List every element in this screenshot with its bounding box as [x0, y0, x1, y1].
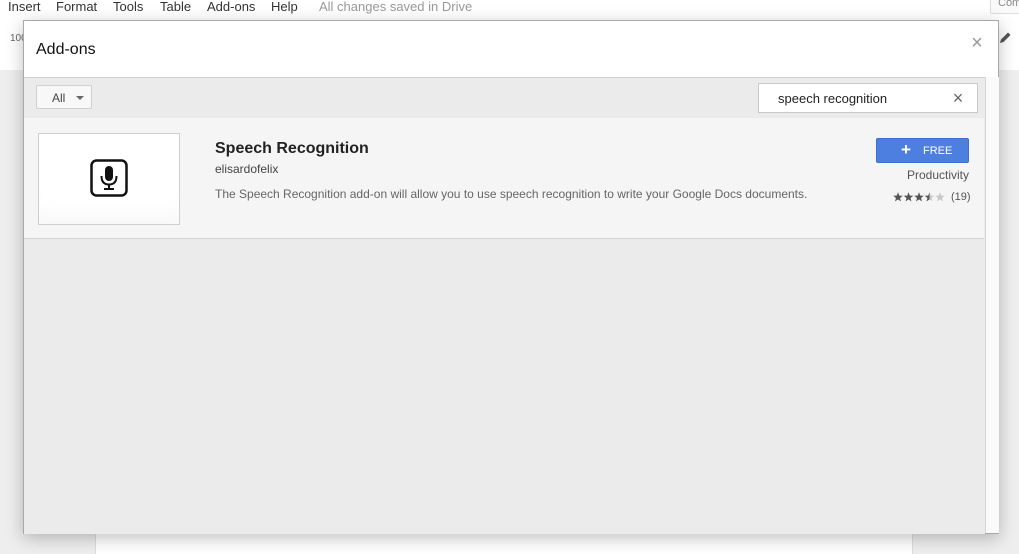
addon-list-item[interactable]: Speech Recognition elisardofelix The Spe…	[24, 118, 984, 239]
addon-developer: elisardofelix	[215, 162, 279, 176]
dialog-body: All × Speech Recognition elisardofelix T…	[24, 77, 985, 534]
menu-table[interactable]: Table	[160, 0, 191, 14]
star-rating	[893, 192, 945, 202]
dialog-title: Add-ons	[36, 41, 96, 58]
dialog-scrollbar[interactable]	[985, 77, 999, 533]
star-filled-icon	[903, 192, 914, 202]
addon-description: The Speech Recognition add-on will allow…	[215, 187, 808, 201]
category-filter-dropdown[interactable]: All	[36, 85, 92, 109]
menu-insert[interactable]: Insert	[8, 0, 41, 14]
search-box: ×	[758, 83, 978, 113]
addon-category: Productivity	[906, 168, 969, 182]
rating-count: (19)	[951, 191, 971, 203]
plus-icon: +	[901, 140, 911, 159]
star-filled-icon	[914, 192, 924, 202]
addon-name[interactable]: Speech Recognition	[215, 140, 369, 158]
menu-format[interactable]: Format	[56, 0, 97, 14]
comments-button[interactable]: Com	[990, 0, 1019, 14]
add-ons-dialog: Add-ons × All × Speech Recognition elisa…	[23, 20, 999, 534]
filter-selected-label: All	[52, 91, 66, 105]
star-filled-icon	[893, 192, 903, 202]
chevron-down-icon	[76, 96, 84, 100]
star-empty-icon	[935, 192, 945, 202]
clear-search-icon[interactable]: ×	[949, 89, 967, 107]
close-icon[interactable]: ×	[968, 33, 986, 53]
menu-add-ons[interactable]: Add-ons	[207, 0, 255, 14]
addon-thumbnail[interactable]	[38, 133, 180, 225]
menu-bar: Insert Format Tools Table Add-ons Help A…	[0, 0, 1019, 14]
menu-tools[interactable]: Tools	[113, 0, 143, 14]
save-status: All changes saved in Drive	[319, 0, 473, 14]
install-free-button[interactable]: + FREE	[876, 138, 969, 163]
install-button-label: FREE	[923, 145, 953, 157]
search-input[interactable]	[769, 89, 948, 107]
microphone-icon	[90, 159, 128, 197]
pencil-icon[interactable]	[997, 30, 1013, 46]
menu-help[interactable]: Help	[271, 0, 298, 14]
